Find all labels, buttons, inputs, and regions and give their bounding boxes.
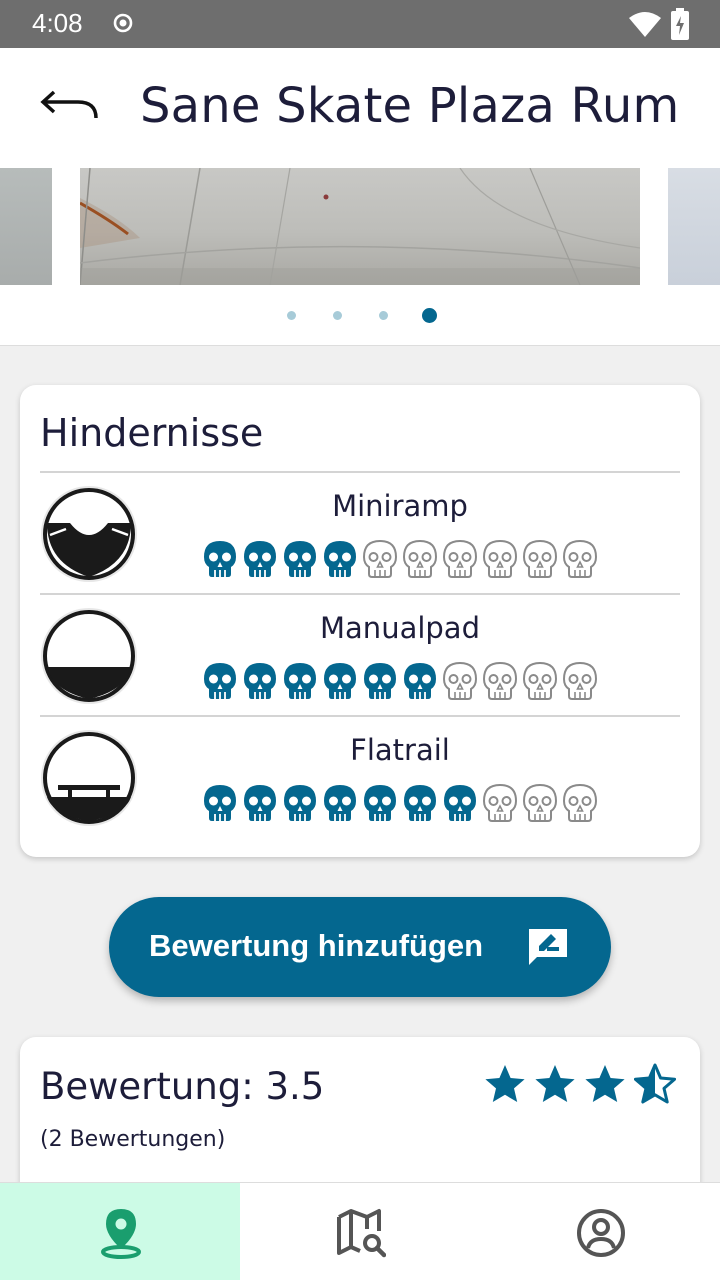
skull-outline-icon xyxy=(562,539,598,578)
skull-filled-icon xyxy=(244,541,276,577)
rating-count: (2 Bewertungen) xyxy=(40,1127,226,1152)
flatrail-icon xyxy=(41,730,137,826)
bottom-navigation xyxy=(0,1182,720,1280)
carousel-dot[interactable] xyxy=(332,311,342,320)
skull-filled-icon xyxy=(364,785,396,821)
image-carousel[interactable] xyxy=(0,168,720,346)
battery-icon xyxy=(671,8,689,40)
skull-filled-icon xyxy=(204,785,236,821)
location-pin-icon xyxy=(101,1209,141,1259)
skull-outline-icon xyxy=(522,539,558,578)
obstacle-name: Manualpad xyxy=(320,611,480,645)
skull-outline-icon xyxy=(402,539,438,578)
skull-outline-icon xyxy=(442,539,478,578)
carousel-image-previous[interactable] xyxy=(0,168,52,285)
skull-filled-icon xyxy=(324,541,356,577)
skull-filled-icon xyxy=(284,785,316,821)
nav-item-spot[interactable] xyxy=(0,1183,240,1280)
wifi-icon xyxy=(629,12,661,37)
obstacle-row-flatrail: Flatrail xyxy=(40,717,680,837)
difficulty-rating xyxy=(200,783,600,823)
skull-outline-icon xyxy=(482,783,518,822)
skull-filled-icon xyxy=(204,663,236,699)
star-half-icon xyxy=(634,1063,676,1104)
obstacle-row-miniramp: Miniramp xyxy=(40,473,680,593)
add-rating-label: Bewertung hinzufügen xyxy=(149,928,484,963)
app-header: Sane Skate Plaza Rum xyxy=(0,48,720,168)
carousel-indicator xyxy=(0,306,720,326)
skull-filled-icon xyxy=(444,785,476,821)
obstacle-name: Miniramp xyxy=(332,489,468,523)
star-filled-icon xyxy=(585,1065,625,1102)
skull-filled-icon xyxy=(284,541,316,577)
difficulty-rating xyxy=(200,661,600,701)
skatepark-photo xyxy=(80,168,640,285)
skull-filled-icon xyxy=(244,785,276,821)
skull-filled-icon xyxy=(404,663,436,699)
skull-outline-icon xyxy=(562,661,598,700)
manualpad-icon xyxy=(41,608,137,704)
status-time: 4:08 xyxy=(32,8,83,38)
obstacle-row-manualpad: Manualpad xyxy=(40,595,680,715)
nav-item-profile[interactable] xyxy=(480,1183,720,1280)
add-rating-button[interactable]: Bewertung hinzufügen xyxy=(109,897,611,997)
page-title: Sane Skate Plaza Rum xyxy=(140,78,680,134)
skull-filled-icon xyxy=(324,785,356,821)
carousel-dot[interactable] xyxy=(378,311,388,320)
skull-outline-icon xyxy=(482,661,518,700)
rate-review-icon xyxy=(529,929,567,965)
map-search-icon xyxy=(337,1209,386,1258)
skull-filled-icon xyxy=(404,785,436,821)
skull-outline-icon xyxy=(522,661,558,700)
skull-outline-icon xyxy=(522,783,558,822)
miniramp-icon xyxy=(41,486,137,582)
notification-dot-icon xyxy=(113,13,133,33)
skull-outline-icon xyxy=(362,539,398,578)
skull-filled-icon xyxy=(244,663,276,699)
obstacle-name: Flatrail xyxy=(350,733,450,767)
carousel-dot[interactable] xyxy=(286,311,296,320)
obstacles-title: Hindernisse xyxy=(40,411,264,455)
skull-filled-icon xyxy=(204,541,236,577)
carousel-image-next[interactable] xyxy=(668,168,720,285)
obstacles-card: Hindernisse Miniramp Manualpad Flatrail xyxy=(20,385,700,857)
arrow-back-icon xyxy=(40,90,98,119)
skull-outline-icon xyxy=(442,661,478,700)
skull-filled-icon xyxy=(364,663,396,699)
status-bar: 4:08 xyxy=(0,0,720,48)
carousel-dot[interactable] xyxy=(421,308,437,323)
difficulty-rating xyxy=(200,539,600,579)
skull-filled-icon xyxy=(284,663,316,699)
account-icon xyxy=(577,1209,625,1257)
skull-filled-icon xyxy=(324,663,356,699)
star-filled-icon xyxy=(485,1065,525,1102)
skull-outline-icon xyxy=(482,539,518,578)
star-filled-icon xyxy=(535,1065,575,1102)
carousel-image-current[interactable] xyxy=(80,168,640,285)
star-rating xyxy=(484,1063,676,1105)
skull-outline-icon xyxy=(562,783,598,822)
rating-summary: Bewertung: 3.5 xyxy=(40,1065,325,1108)
nav-item-map[interactable] xyxy=(240,1183,480,1280)
back-button[interactable] xyxy=(38,88,100,128)
